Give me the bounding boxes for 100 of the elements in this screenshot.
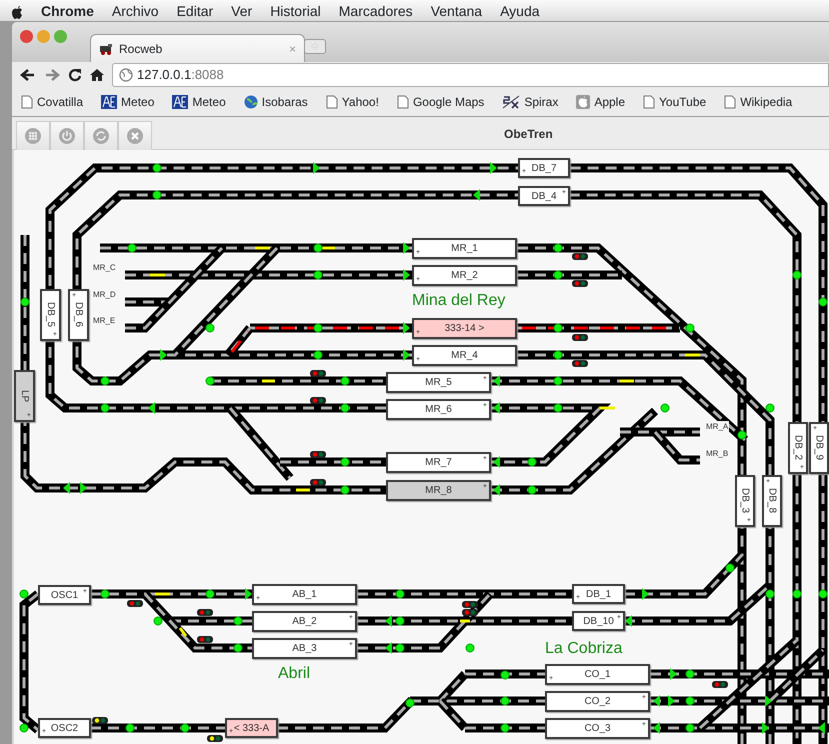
sensor-dot[interactable] bbox=[128, 244, 136, 252]
signal-lamp-icon[interactable] bbox=[197, 609, 213, 616]
signal-arrow-icon[interactable] bbox=[668, 695, 675, 707]
browser-tab[interactable]: Rocweb × bbox=[90, 34, 305, 62]
signal-arrow-icon[interactable] bbox=[473, 189, 480, 201]
close-window-button[interactable] bbox=[20, 30, 33, 43]
signal-lamp-icon[interactable] bbox=[462, 609, 478, 616]
sensor-dot[interactable] bbox=[396, 644, 404, 652]
sensor-dot[interactable] bbox=[206, 376, 214, 386]
signal-lamp-icon[interactable] bbox=[310, 451, 326, 458]
sensor-dot[interactable] bbox=[818, 590, 828, 598]
sensor-dot[interactable] bbox=[152, 190, 162, 200]
sensor-dot[interactable] bbox=[126, 724, 134, 732]
signal-arrow-icon[interactable] bbox=[403, 322, 410, 334]
sensor-dot[interactable] bbox=[340, 458, 350, 466]
sensor-dot[interactable] bbox=[314, 270, 322, 280]
signal-arrow-icon[interactable] bbox=[403, 242, 410, 254]
bookmark-link[interactable]: Meteo bbox=[163, 93, 235, 111]
sensor-dot[interactable] bbox=[100, 376, 110, 386]
sensor-dot[interactable] bbox=[660, 404, 670, 412]
signal-lamp-icon[interactable] bbox=[310, 370, 326, 377]
menu-item[interactable]: Ayuda bbox=[491, 0, 549, 22]
sensor-dot[interactable] bbox=[100, 590, 110, 598]
sensor-dot[interactable] bbox=[152, 164, 162, 172]
sensor-dot[interactable] bbox=[554, 376, 562, 386]
sensor-dot[interactable] bbox=[554, 404, 562, 412]
sensor-dot[interactable] bbox=[466, 644, 474, 652]
signal-arrow-icon[interactable] bbox=[642, 588, 649, 600]
sensor-dot[interactable] bbox=[396, 616, 404, 626]
menu-item[interactable]: Ver bbox=[222, 0, 262, 22]
signal-arrow-icon[interactable] bbox=[385, 615, 392, 627]
bookmark-link[interactable]: Wikipedia bbox=[715, 93, 802, 111]
reload-icon[interactable] bbox=[68, 68, 82, 82]
signal-arrow-icon[interactable] bbox=[403, 349, 410, 361]
bookmark-link[interactable]: YouTube bbox=[634, 93, 716, 111]
sensor-dot[interactable] bbox=[554, 350, 562, 360]
sensor-dot[interactable] bbox=[340, 404, 350, 412]
signal-arrow-icon[interactable] bbox=[762, 722, 769, 734]
forward-icon[interactable] bbox=[44, 68, 60, 82]
signal-arrow-icon[interactable] bbox=[80, 482, 87, 494]
sensor-dot[interactable] bbox=[20, 298, 30, 306]
app-menu[interactable]: Chrome bbox=[32, 0, 103, 22]
sensor-dot[interactable] bbox=[180, 724, 190, 732]
bookmark-link[interactable]: Spirax bbox=[493, 93, 568, 111]
signal-lamp-icon[interactable] bbox=[92, 717, 108, 724]
sensor-dot[interactable] bbox=[314, 244, 322, 252]
sensor-dot[interactable] bbox=[406, 698, 414, 708]
menu-item[interactable]: Editar bbox=[168, 0, 222, 22]
menu-item[interactable]: Ventana bbox=[422, 0, 492, 22]
signal-arrow-icon[interactable] bbox=[818, 722, 825, 734]
signal-arrow-icon[interactable] bbox=[493, 402, 500, 414]
signal-lamp-icon[interactable] bbox=[462, 601, 478, 608]
signal-arrow-icon[interactable] bbox=[653, 695, 660, 707]
sensor-dot[interactable] bbox=[314, 350, 322, 360]
bookmark-link[interactable]: Covatilla bbox=[12, 93, 92, 111]
signal-lamp-icon[interactable] bbox=[310, 397, 326, 404]
signal-arrow-icon[interactable] bbox=[670, 668, 677, 680]
signal-arrow-icon[interactable] bbox=[385, 642, 392, 654]
sensor-dot[interactable] bbox=[792, 590, 802, 598]
sensor-dot[interactable] bbox=[818, 298, 828, 306]
sensor-dot[interactable] bbox=[554, 270, 562, 280]
bookmark-link[interactable]: Apple bbox=[567, 93, 634, 111]
sensor-dot[interactable] bbox=[500, 696, 510, 706]
sensor-dot[interactable] bbox=[686, 324, 694, 332]
address-bar[interactable]: 127.0.0.1:8088 bbox=[112, 63, 829, 87]
menu-item[interactable]: Marcadores bbox=[330, 0, 422, 22]
signal-lamp-icon[interactable] bbox=[572, 360, 588, 367]
sensor-dot[interactable] bbox=[206, 324, 214, 332]
signal-lamp-icon[interactable] bbox=[572, 253, 588, 260]
sensor-dot[interactable] bbox=[554, 324, 562, 332]
sensor-dot[interactable] bbox=[528, 486, 536, 494]
sensor-dot[interactable] bbox=[314, 324, 322, 332]
signal-lamp-icon[interactable] bbox=[197, 636, 213, 643]
signal-lamp-icon[interactable] bbox=[127, 600, 143, 607]
home-icon[interactable] bbox=[90, 68, 104, 82]
sensor-dot[interactable] bbox=[206, 590, 214, 598]
bookmark-link[interactable]: Meteo bbox=[92, 93, 164, 111]
signal-lamp-icon[interactable] bbox=[712, 681, 728, 688]
sensor-dot[interactable] bbox=[528, 458, 536, 466]
signal-arrow-icon[interactable] bbox=[493, 375, 500, 387]
sensor-dot[interactable] bbox=[686, 724, 694, 732]
signal-arrow-icon[interactable] bbox=[493, 456, 500, 468]
back-icon[interactable] bbox=[20, 68, 36, 82]
bookmark-link[interactable]: Isobaras bbox=[234, 93, 317, 111]
signal-arrow-icon[interactable] bbox=[63, 482, 70, 494]
signal-arrow-icon[interactable] bbox=[490, 162, 497, 174]
signal-lamp-icon[interactable] bbox=[207, 735, 223, 742]
bookmark-link[interactable]: Google Maps bbox=[388, 93, 494, 111]
signal-lamp-icon[interactable] bbox=[310, 479, 326, 486]
bookmark-link[interactable]: Yahoo! bbox=[316, 93, 388, 111]
sensor-dot[interactable] bbox=[396, 590, 404, 598]
sensor-dot[interactable] bbox=[340, 376, 350, 386]
sensor-dot[interactable] bbox=[154, 616, 162, 626]
new-tab-button[interactable]: + bbox=[304, 39, 326, 54]
signal-arrow-icon[interactable] bbox=[313, 162, 320, 174]
sensor-dot[interactable] bbox=[686, 670, 694, 678]
sensor-dot[interactable] bbox=[766, 404, 774, 412]
sensor-dot[interactable] bbox=[100, 404, 110, 412]
signal-lamp-icon[interactable] bbox=[572, 280, 588, 287]
sensor-dot[interactable] bbox=[686, 696, 694, 706]
